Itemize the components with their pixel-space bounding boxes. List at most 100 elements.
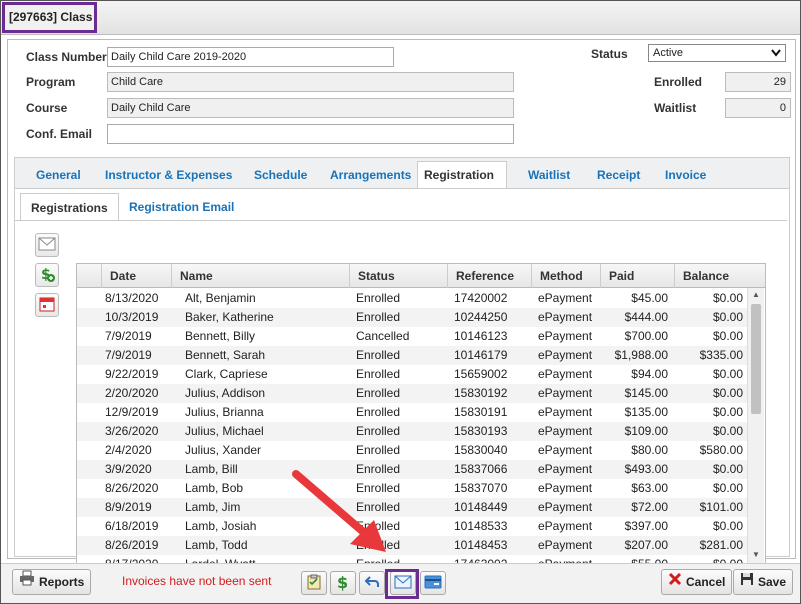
col-date[interactable]: Date [102, 264, 172, 288]
cell-status: Enrolled [356, 367, 401, 381]
reports-button[interactable]: Reports [12, 569, 92, 595]
conf-email-label: Conf. Email [26, 127, 93, 141]
cell-date: 8/26/2019 [105, 538, 159, 552]
class-number-label: Class Number [26, 50, 107, 64]
table-row[interactable]: 3/26/2020 Julius, Michael Enrolled 15830193… [77, 422, 747, 441]
cell-balance: $0.00 [712, 386, 743, 400]
cell-method: ePayment [538, 386, 593, 400]
table-row[interactable]: 7/9/2019 Bennett, Billy Cancelled 10146123 e… [77, 327, 747, 346]
payment-button[interactable]: $ [330, 571, 356, 595]
table-row[interactable]: 7/9/2019 Bennett, Sarah Enrolled 10146179 eP… [77, 346, 747, 365]
add-payment-button[interactable]: $ [35, 263, 59, 287]
calendar-button[interactable] [35, 293, 59, 317]
cell-paid: $80.00 [631, 443, 668, 457]
table-row[interactable]: 8/13/2020 Alt, Benjamin Enrolled 17420002 eP… [77, 289, 747, 308]
tab-instructor-expenses[interactable]: Instructor & Expenses [99, 162, 238, 188]
col-name[interactable]: Name [172, 264, 350, 288]
cell-method: ePayment [538, 538, 593, 552]
window-title: [297663] Class [2, 2, 97, 33]
cell-method: ePayment [538, 424, 593, 438]
clipboard-button[interactable] [301, 571, 327, 595]
svg-text:$: $ [337, 573, 348, 591]
registration-panel: Registrations Registration Email $ Date … [15, 188, 789, 581]
cell-method: ePayment [538, 500, 593, 514]
cell-paid: $94.00 [631, 367, 668, 381]
cell-reference: 15659002 [454, 367, 508, 381]
vertical-scrollbar[interactable]: ▲ ▼ [747, 288, 764, 564]
cell-name: Julius, Addison [185, 386, 266, 400]
envelope-icon [38, 237, 56, 254]
cancel-button[interactable]: Cancel [661, 569, 733, 595]
save-button[interactable]: Save [733, 569, 794, 595]
scroll-down-icon[interactable]: ▼ [752, 550, 760, 559]
waitlist-field: 0 [725, 98, 791, 118]
cell-balance: $281.00 [699, 538, 743, 552]
table-row[interactable]: 9/22/2019 Clark, Capriese Enrolled 15659002… [77, 365, 747, 384]
tab-invoice[interactable]: Invoice [659, 162, 712, 188]
cell-balance: $0.00 [712, 424, 743, 438]
table-row[interactable]: 6/18/2019 Lamb, Josiah Enrolled 10148533 ePa… [77, 517, 747, 536]
registrations-subpanel: $ Date Name Status Reference Method Paid… [15, 220, 787, 581]
cell-balance: $0.00 [712, 519, 743, 533]
cell-status: Enrolled [356, 310, 401, 324]
tab-registration[interactable]: Registration [417, 161, 507, 189]
class-form: Class Number Daily Child Care 2019-2020 … [7, 39, 796, 581]
add-payment-icon: $ [38, 265, 56, 286]
tab-arrangements[interactable]: Arrangements [324, 162, 417, 188]
cell-reference: 15830192 [454, 386, 508, 400]
subtab-registrations[interactable]: Registrations [20, 193, 119, 221]
cell-reference: 10146179 [454, 348, 508, 362]
tab-waitlist[interactable]: Waitlist [522, 162, 576, 188]
card-button[interactable] [420, 571, 446, 595]
cell-paid: $1,988.00 [614, 348, 668, 362]
email-button[interactable] [35, 233, 59, 257]
table-row[interactable]: 8/9/2019 Lamb, Jim Enrolled 10148449 ePaymen… [77, 498, 747, 517]
table-row[interactable]: 12/9/2019 Julius, Brianna Enrolled 15830191… [77, 403, 747, 422]
cell-reference: 10148453 [454, 538, 508, 552]
cell-paid: $45.00 [631, 291, 668, 305]
cell-status: Enrolled [356, 291, 401, 305]
class-number-field[interactable]: Daily Child Care 2019-2020 [107, 47, 394, 67]
table-row[interactable]: 8/26/2019Lamb, ToddEnrolled10148453ePaym… [77, 536, 747, 555]
cell-date: 2/20/2020 [105, 386, 159, 400]
col-reference[interactable]: Reference [448, 264, 532, 288]
grid-header: Date Name Status Reference Method Paid B… [77, 264, 765, 288]
close-icon [668, 570, 682, 594]
col-balance[interactable]: Balance [675, 264, 765, 288]
enrolled-field: 29 [725, 72, 791, 92]
title-bar: [297663] Class [1, 1, 800, 35]
col-method[interactable]: Method [532, 264, 601, 288]
table-row[interactable]: 2/4/2020 Julius, Xander Enrolled 15830040 eP… [77, 441, 747, 460]
table-row[interactable]: 8/26/2020 Lamb, Bob Enrolled 15837070 ePayme… [77, 479, 747, 498]
cell-method: ePayment [538, 367, 593, 381]
cell-balance: $0.00 [712, 481, 743, 495]
clipboard-icon [306, 574, 322, 593]
status-select[interactable]: Active [648, 44, 786, 62]
cell-reference: 15837066 [454, 462, 508, 476]
tab-general[interactable]: General [30, 162, 87, 188]
subtab-registration-email[interactable]: Registration Email [119, 193, 244, 221]
cell-status: Enrolled [356, 405, 401, 419]
printer-icon [19, 570, 35, 594]
cell-reference: 15830193 [454, 424, 508, 438]
table-row[interactable]: 3/9/2020 Lamb, Bill Enrolled 15837066 ePayme… [77, 460, 747, 479]
table-row[interactable]: 10/3/2019 Baker, Katherine Enrolled 1024425… [77, 308, 747, 327]
enrolled-label: Enrolled [654, 75, 703, 89]
col-paid[interactable]: Paid [601, 264, 675, 288]
reports-label: Reports [39, 575, 85, 589]
scroll-up-icon[interactable]: ▲ [752, 290, 760, 299]
undo-button[interactable] [359, 571, 385, 595]
conf-email-field[interactable] [107, 124, 514, 144]
cell-balance: $0.00 [712, 462, 743, 476]
cell-name: Alt, Benjamin [185, 291, 256, 305]
cell-method: ePayment [538, 443, 593, 457]
vertical-scroll-thumb[interactable] [751, 304, 761, 414]
program-label: Program [26, 75, 76, 89]
table-row[interactable]: 2/20/2020 Julius, Addison Enrolled 15830192… [77, 384, 747, 403]
cell-date: 9/22/2019 [105, 367, 159, 381]
cell-paid: $72.00 [631, 500, 668, 514]
tab-schedule[interactable]: Schedule [248, 162, 313, 188]
col-status[interactable]: Status [350, 264, 448, 288]
tab-receipt[interactable]: Receipt [591, 162, 646, 188]
cell-reference: 10244250 [454, 310, 508, 324]
